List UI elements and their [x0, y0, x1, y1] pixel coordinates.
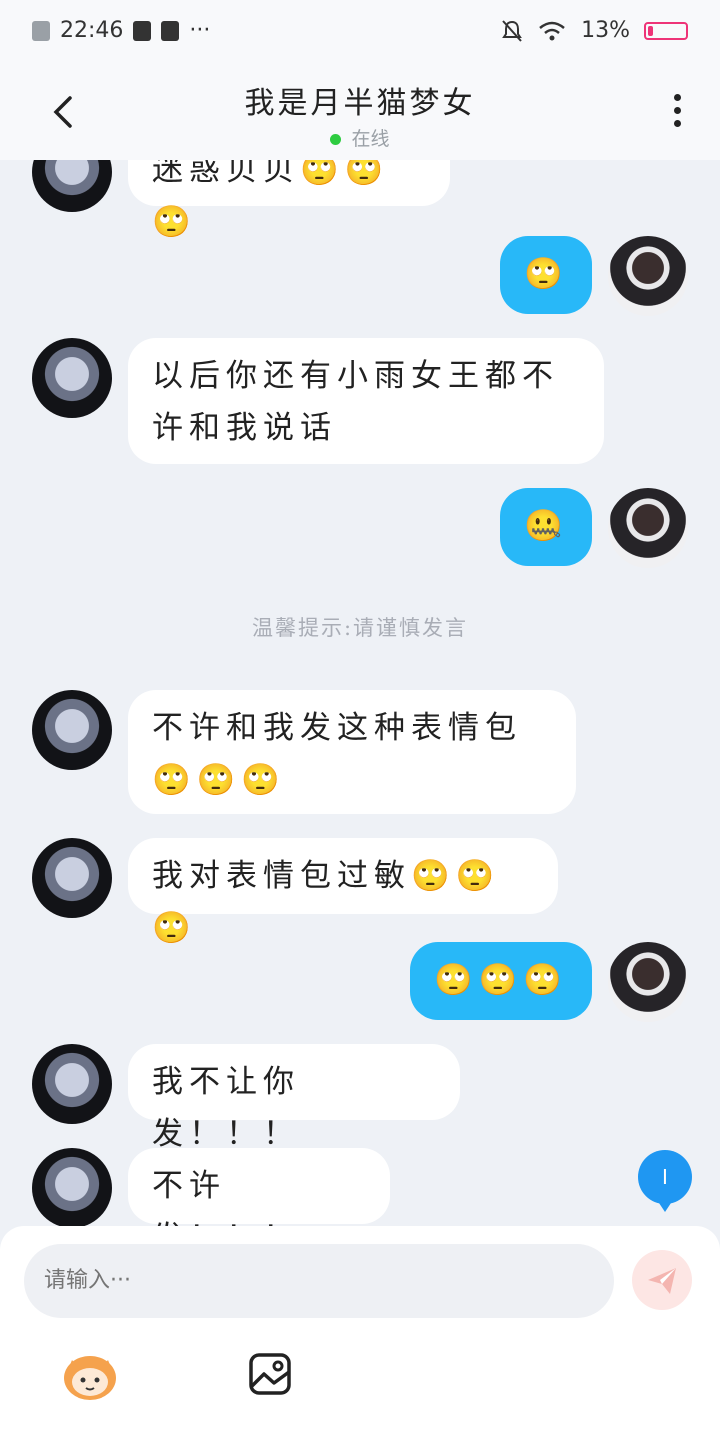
chat-title: 我是月半猫梦女 — [244, 86, 476, 121]
status-bar: 22:46 ··· 13% — [0, 0, 720, 64]
message-bubble[interactable]: 我对表情包过敏🙄🙄🙄 — [128, 838, 558, 946]
online-text: 在线 — [351, 128, 390, 150]
message-icon — [161, 20, 180, 41]
image-icon[interactable] — [248, 1352, 292, 1396]
new-message-badge[interactable]: I — [638, 1150, 692, 1212]
message-bubble[interactable]: 我不让你发！！！ — [128, 1044, 460, 1152]
message-bubble[interactable]: 迷惑贝贝🙄🙄🙄 — [128, 160, 450, 240]
status-time: 22:46 — [60, 18, 124, 43]
online-status: 在线 — [0, 124, 720, 151]
avatar[interactable] — [32, 838, 112, 918]
mute-bell-icon — [502, 19, 522, 42]
avatar[interactable] — [32, 160, 112, 212]
avatar[interactable] — [608, 236, 688, 316]
battery-fill — [648, 25, 653, 36]
wifi-icon — [539, 21, 565, 40]
paper-plane-icon — [648, 1268, 676, 1294]
message-bubble[interactable]: 不许发！！！ — [128, 1148, 390, 1226]
composer — [0, 1226, 720, 1436]
message-bubble[interactable]: 🤐 — [500, 488, 592, 566]
message-bubble[interactable]: 不许和我发这种表情包🙄🙄🙄 — [128, 690, 576, 814]
message-bubble[interactable]: 🙄🙄🙄 — [410, 942, 592, 1020]
message-input[interactable] — [24, 1244, 614, 1318]
message-bubble[interactable]: 以后你还有小雨女王都不许和我说话 — [128, 338, 604, 464]
avatar[interactable] — [608, 942, 688, 1022]
status-right: 13% — [501, 18, 688, 43]
avatar[interactable] — [32, 1148, 112, 1226]
chat-header: 我是月半猫梦女 在线 — [0, 64, 720, 160]
status-left: 22:46 ··· — [32, 18, 210, 43]
send-button[interactable] — [632, 1250, 692, 1310]
battery-text: 13% — [581, 18, 630, 43]
app-icon — [133, 20, 152, 41]
avatar[interactable] — [32, 690, 112, 770]
avatar[interactable] — [32, 338, 112, 418]
more-vertical-icon[interactable] — [674, 94, 682, 130]
avatar[interactable] — [608, 488, 688, 568]
online-dot — [330, 134, 342, 145]
system-tip: 温馨提示:请谨慎发言 — [251, 616, 469, 640]
chat-message-list[interactable]: 迷惑贝贝🙄🙄🙄 🙄 以后你还有小雨女王都不许和我说话 🤐 温馨提示:请谨慎发言 … — [0, 160, 720, 1226]
battery-icon — [644, 21, 688, 40]
emoji-face-icon[interactable] — [62, 1350, 118, 1402]
message-bubble[interactable]: 🙄 — [500, 236, 592, 314]
notification-icon — [32, 20, 50, 41]
avatar[interactable] — [32, 1044, 112, 1124]
status-more: ··· — [189, 18, 211, 43]
